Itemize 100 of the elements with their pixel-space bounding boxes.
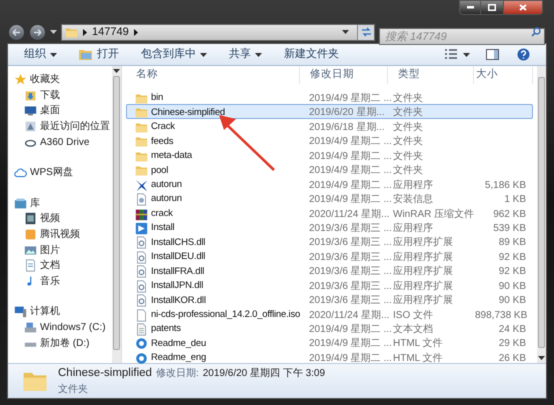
sidebar-item[interactable]: 桌面 — [8, 103, 112, 119]
caret-icon — [255, 52, 262, 56]
file-row[interactable]: InstallDEU.dll 2019/3/6 星期三 ...应用程序扩展 92 KB — [126, 248, 533, 264]
address-field[interactable]: 147749 — [61, 24, 375, 40]
toolbar-button[interactable]: 组织 — [16, 44, 65, 64]
caret-icon — [50, 30, 57, 34]
back-button[interactable] — [8, 24, 25, 40]
file-size: 1 KB — [504, 194, 526, 206]
file-type: 应用程序扩展 — [392, 250, 454, 265]
file-size: 539 KB — [493, 222, 526, 234]
breadcrumb-item[interactable]: 147749 — [92, 24, 129, 40]
file-row[interactable]: Install 2019/3/6 星期三 ...应用程序 539 KB — [126, 220, 533, 234]
search-field[interactable]: 搜索 147749 — [379, 28, 545, 45]
sidebar-item[interactable]: Windows7 (C:) — [8, 320, 112, 336]
gear-file-icon — [135, 250, 148, 264]
installer-icon — [135, 222, 148, 235]
column-header[interactable]: 名称 — [126, 66, 300, 84]
file-date: 2019/3/6 星期三 ... — [308, 222, 389, 236]
refresh-button[interactable] — [357, 24, 374, 40]
computer-icon — [14, 305, 27, 318]
file-row[interactable]: Chinese-simplified 2019/6/20 星期... 文件夹 — [126, 104, 533, 119]
file-date: 2019/4/9 星期二 ... — [308, 92, 389, 106]
file-row[interactable]: pool 2019/4/9 星期二 ...文件夹 — [126, 162, 533, 177]
sidebar-item[interactable]: 库 — [8, 196, 112, 212]
list-view-icon — [445, 49, 457, 60]
sidebar-item[interactable]: 下载 — [8, 88, 112, 104]
sidebar-item[interactable]: A360 Drive — [8, 134, 112, 150]
file-row[interactable]: Readme_deu 2019/4/9 星期二 ...HTML 文件 29 KB — [126, 335, 533, 350]
sidebar-item[interactable]: 新加卷 (D:) — [8, 335, 112, 351]
caret-icon — [342, 30, 349, 34]
caret-icon — [200, 52, 207, 56]
file-icon — [135, 308, 148, 322]
file-name: meta-data — [151, 149, 192, 164]
minimize-button[interactable] — [459, 0, 481, 15]
file-size: 962 KB — [493, 208, 526, 220]
file-row[interactable]: Crack 2019/6/18 星期... 文件夹 — [126, 118, 533, 134]
file-name: pool — [151, 164, 168, 178]
file-row[interactable]: meta-data 2019/4/9 星期二 ...文件夹 — [126, 148, 533, 162]
scrollbar[interactable] — [537, 66, 546, 363]
sidebar-item[interactable]: WPS网盘 — [8, 164, 112, 181]
file-name: autorun — [151, 178, 182, 192]
sidebar-item[interactable]: 最近访问的位置 — [8, 118, 112, 134]
file-date: 2019/4/9 星期二 ... — [308, 150, 389, 164]
sidebar-item[interactable]: 音乐 — [8, 274, 112, 290]
file-row[interactable]: InstallJPN.dll 2019/3/6 星期三 ...应用程序扩展 90 KB — [126, 278, 533, 292]
sidebar-item[interactable]: 视频 — [8, 211, 112, 227]
column-header[interactable]: 类型 — [388, 66, 474, 84]
file-name: InstallFRA.dll — [151, 264, 204, 279]
file-row[interactable]: Readme_eng 2019/4/9 星期二 ...HTML 文件 26 KB — [126, 350, 533, 364]
file-size: 89 KB — [498, 237, 526, 248]
file-type: HTML 文件 — [392, 336, 444, 352]
sidebar-item[interactable]: 收藏夹 — [8, 72, 112, 88]
file-type: 应用程序 — [392, 222, 434, 236]
toolbar-button[interactable]: 打开 — [71, 44, 127, 64]
sidebar-item[interactable]: 文档 — [8, 258, 112, 274]
sidebar-item[interactable]: 计算机 — [8, 304, 112, 320]
column-header[interactable]: 大小 — [474, 66, 533, 84]
toolbar-button[interactable]: 共享 — [221, 44, 270, 64]
file-size: 92 KB — [498, 266, 526, 278]
file-name: InstallJPN.dll — [151, 279, 204, 294]
scrollbar[interactable] — [112, 66, 121, 363]
chevron-icon — [83, 28, 87, 36]
file-row[interactable]: feeds 2019/4/9 星期二 ...文件夹 — [126, 133, 533, 148]
file-row[interactable]: InstallFRA.dll 2019/3/6 星期三 ...应用程序扩展 92 KB — [126, 263, 533, 278]
refresh-icon — [360, 27, 372, 37]
toolbar-button[interactable]: 新建文件夹 — [276, 44, 347, 64]
forward-button[interactable] — [29, 24, 46, 40]
toolbar-button[interactable]: 包含到库中 — [133, 44, 215, 64]
minimize-icon — [466, 6, 474, 9]
folder-icon — [135, 120, 148, 134]
folder-icon — [135, 150, 148, 163]
item-type: 文件夹 — [58, 382, 89, 398]
file-date: 2019/4/9 星期二 ... — [308, 352, 389, 366]
selected-item-name: Chinese-simplified — [58, 366, 152, 381]
preview-pane-icon — [486, 49, 499, 60]
maximize-button[interactable] — [481, 0, 503, 15]
file-name: InstallKOR.dll — [151, 294, 206, 308]
file-row[interactable]: InstallKOR.dll 2019/3/6 星期三 ...应用程序扩展 90 KB — [126, 292, 533, 307]
gear-file-icon — [135, 265, 148, 278]
file-row[interactable]: autorun 2019/4/9 星期二 ...安装信息 1 KB — [126, 191, 533, 206]
file-row[interactable]: autorun 2019/4/9 星期二 ...应用程序 5,186 KB — [126, 176, 533, 192]
file-date: 2019/4/9 星期二 ... — [308, 336, 389, 352]
file-date: 2019/3/6 星期三 ... — [308, 294, 389, 308]
sidebar-item[interactable]: 图片 — [8, 242, 112, 258]
file-row[interactable]: bin 2019/4/9 星期二 ...文件夹 — [126, 90, 533, 104]
file-row[interactable]: crack 2020/11/24 星期... WinRAR 压缩文件 962 KB — [126, 206, 533, 220]
close-button[interactable] — [503, 0, 543, 15]
column-header[interactable]: 修改日期 — [300, 66, 388, 84]
file-row[interactable]: InstallCHS.dll 2019/3/6 星期三 ...应用程序扩展 89 KB — [126, 234, 533, 249]
file-row[interactable]: ni-cds-professional_14.2.0_offline.iso 2020/11/24 星期... ISO 文件 898,738 KB — [126, 306, 533, 321]
caret-icon — [113, 69, 120, 73]
sidebar-item[interactable]: 腾讯视频 — [8, 226, 112, 242]
file-date: 2019/3/6 星期三 ... — [308, 250, 389, 265]
file-date: 2020/11/24 星期... — [308, 308, 389, 323]
caret-icon — [50, 52, 57, 56]
video-icon — [24, 212, 37, 226]
file-date: 2019/4/9 星期二 ... — [308, 192, 389, 208]
system-drive-icon — [24, 321, 37, 334]
file-row[interactable]: patents 2019/4/9 星期二 ...文本文档 24 KB — [126, 321, 533, 336]
help-icon — [517, 48, 530, 61]
